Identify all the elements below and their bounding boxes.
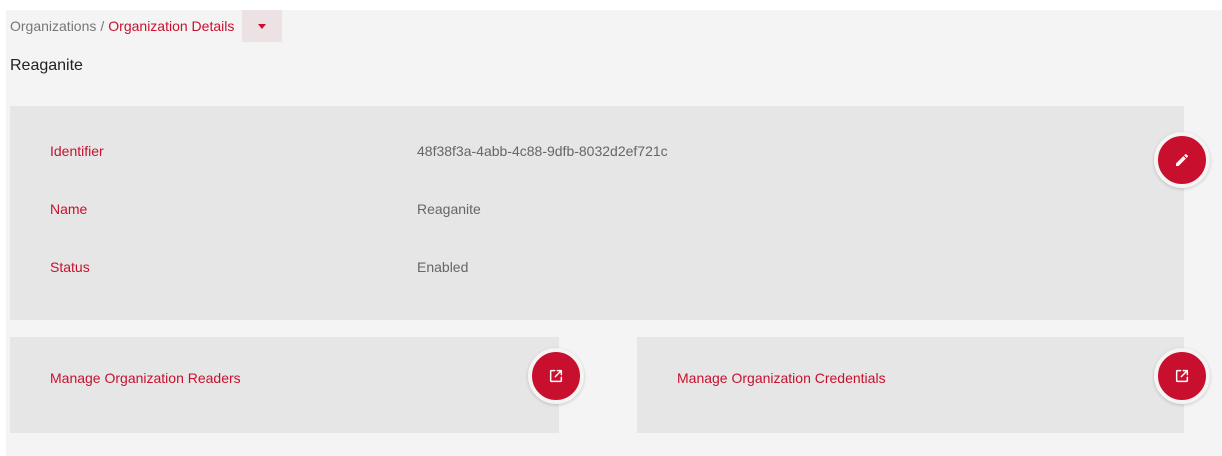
manage-credentials-card[interactable]: Manage Organization Credentials <box>637 337 1184 433</box>
open-in-new-icon <box>1175 369 1189 383</box>
status-label: Status <box>50 259 90 275</box>
open-manage-credentials-button[interactable] <box>1154 348 1210 404</box>
status-value: Enabled <box>417 259 469 275</box>
name-label: Name <box>50 201 88 217</box>
open-manage-readers-button[interactable] <box>528 348 584 404</box>
caret-down-icon <box>258 23 267 29</box>
manage-readers-card[interactable]: Manage Organization Readers <box>10 337 559 433</box>
name-value: Reaganite <box>417 201 481 217</box>
breadcrumb: Organizations / Organization Details <box>10 10 283 42</box>
breadcrumb-dropdown-button[interactable] <box>242 10 283 42</box>
page-container: Organizations / Organization Details Rea… <box>6 10 1222 456</box>
identifier-label: Identifier <box>50 143 104 159</box>
page-title: Reaganite <box>10 57 83 74</box>
breadcrumb-separator: / <box>100 18 105 34</box>
organization-details-card: Identifier 48f38f3a-4abb-4c88-9dfb-8032d… <box>10 106 1184 320</box>
manage-credentials-label: Manage Organization Credentials <box>677 370 886 386</box>
manage-readers-label: Manage Organization Readers <box>50 370 241 386</box>
breadcrumb-current: Organization Details <box>108 18 235 34</box>
open-in-new-icon <box>549 369 563 383</box>
breadcrumb-organizations-link[interactable]: Organizations <box>10 18 96 34</box>
edit-organization-button[interactable] <box>1154 132 1210 188</box>
pencil-icon <box>1176 153 1189 166</box>
identifier-value: 48f38f3a-4abb-4c88-9dfb-8032d2ef721c <box>417 143 668 159</box>
